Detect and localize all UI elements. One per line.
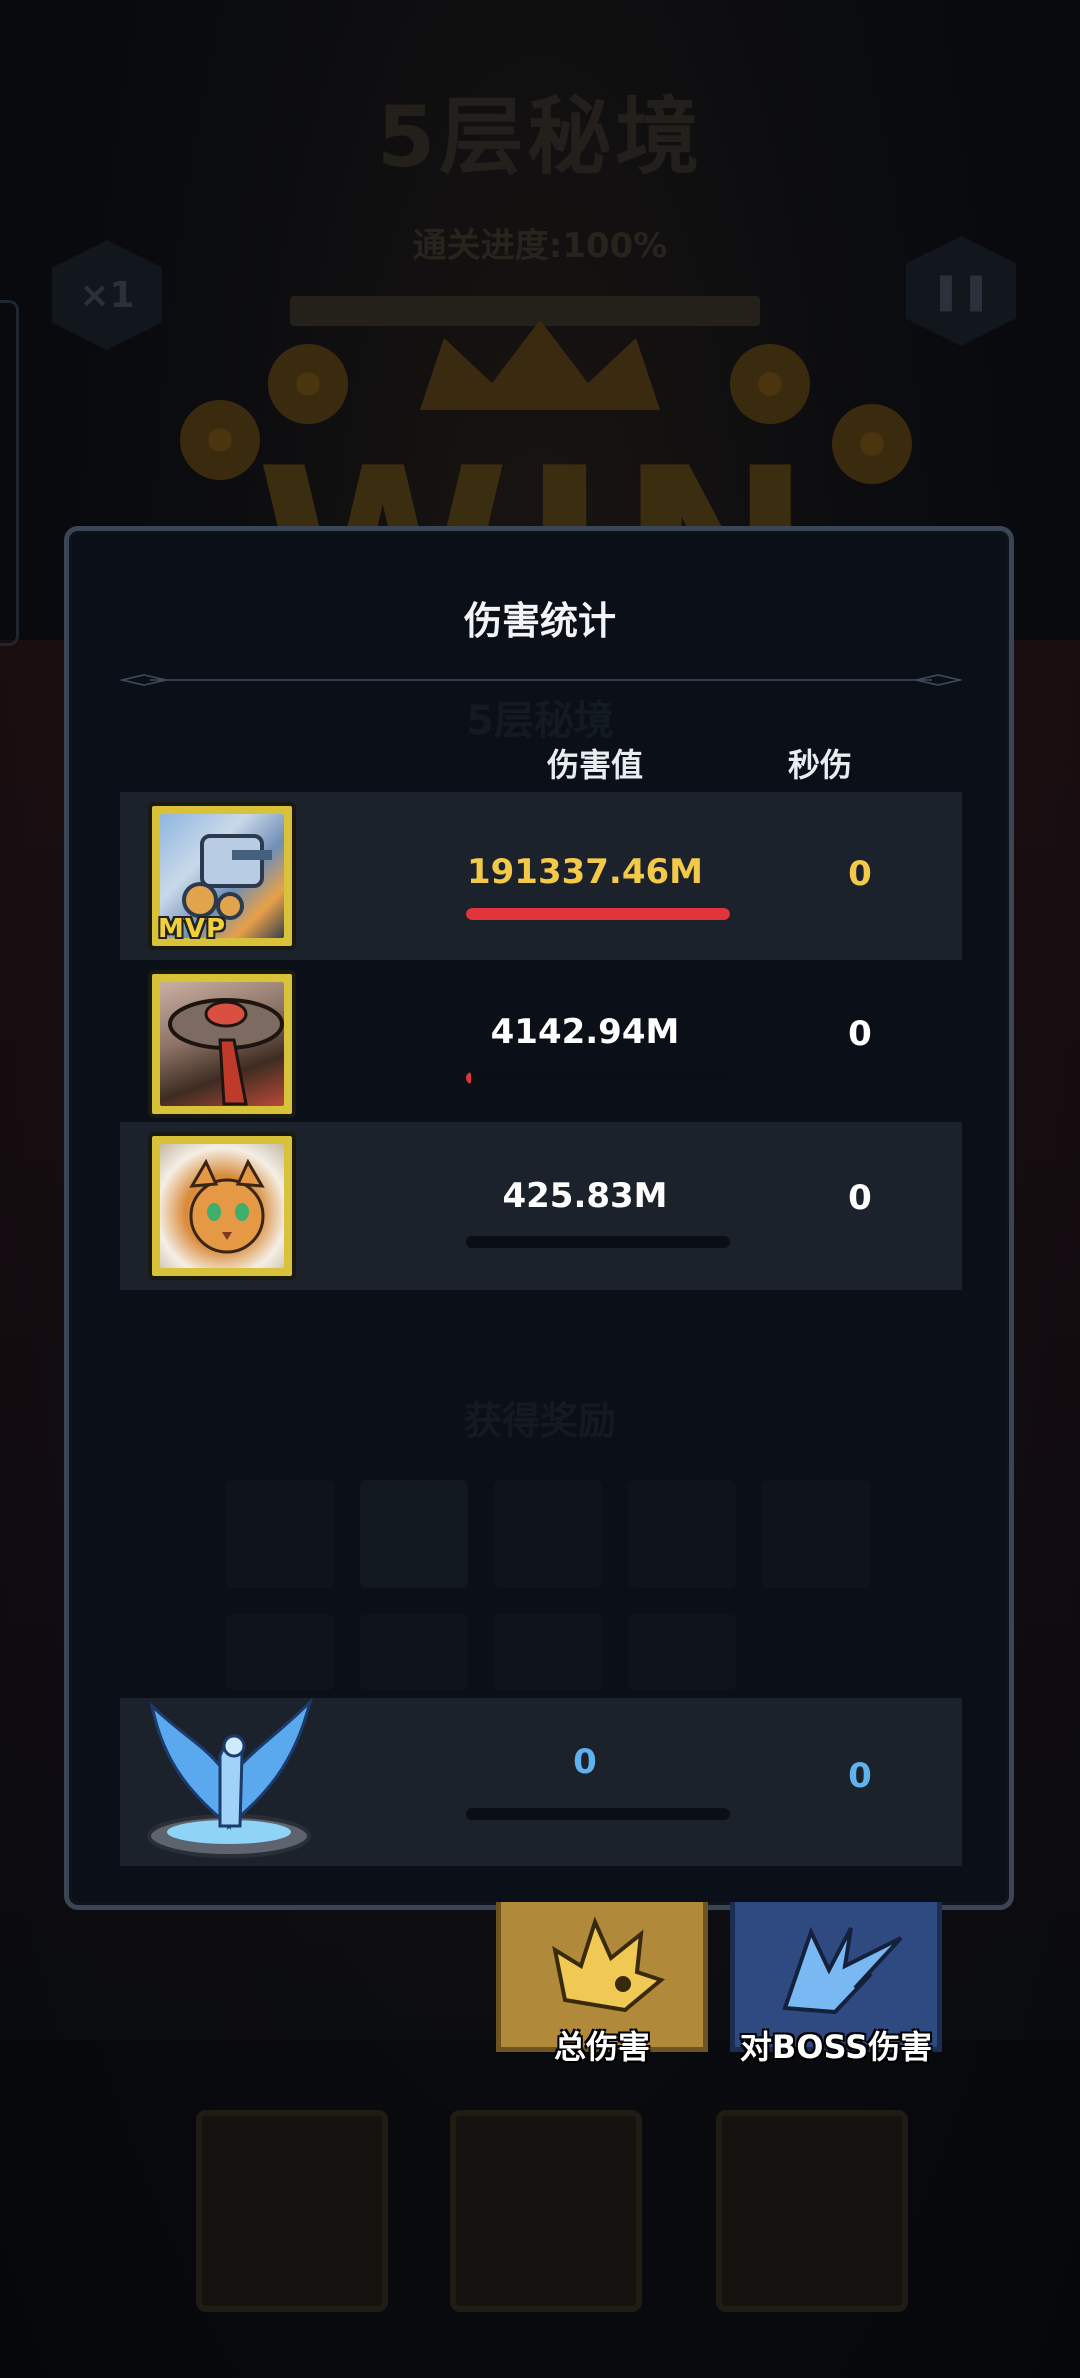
lightning-slash-icon	[782, 1926, 903, 2015]
ice-phoenix-pet-icon[interactable]	[134, 1676, 324, 1866]
hero-portrait[interactable]	[148, 970, 296, 1118]
rewards-label-faded: 获得奖励	[463, 1399, 616, 1443]
mvp-badge: MVP	[158, 914, 227, 944]
tab-boss-damage-label[interactable]: 对BOSS伤害	[720, 2022, 952, 2068]
progress-bar	[290, 296, 760, 326]
pet-damage-bar	[466, 1808, 730, 1820]
damage-row: 425.83M 0	[120, 1122, 962, 1290]
team-slots	[0, 2110, 1080, 2312]
dps-value: 0	[848, 854, 872, 894]
dps-value: 0	[848, 1178, 872, 1218]
reward-slots-faded	[226, 1480, 870, 1690]
damage-value: 425.83M	[502, 1176, 668, 1216]
damage-value: 191337.46M	[466, 852, 703, 892]
lynx-hero-icon	[189, 1158, 265, 1254]
fist-icon	[552, 1916, 666, 2013]
hero-portrait[interactable]: MVP	[148, 802, 296, 950]
team-slot	[450, 2110, 642, 2312]
damage-row: 4142.94M 0	[120, 960, 962, 1128]
ufo-hero-icon	[168, 998, 284, 1106]
damage-bar	[466, 1236, 730, 1248]
panel-subtitle-faded: 5层秘境	[466, 698, 614, 744]
team-slot	[196, 2110, 388, 2312]
damage-bar-fill	[466, 908, 730, 920]
damage-bar-fill	[466, 1072, 472, 1084]
level-title: 5层秘境	[376, 88, 704, 186]
pet-damage-value: 0	[573, 1742, 597, 1782]
flower-decoration	[268, 344, 348, 424]
damage-bar	[466, 1072, 730, 1084]
damage-value: 4142.94M	[490, 1012, 680, 1052]
hero-portrait[interactable]	[148, 1132, 296, 1280]
pet-dps-value: 0	[848, 1756, 872, 1796]
damage-row: MVP 191337.46M 0	[120, 792, 962, 960]
column-header-dps: 秒伤	[787, 746, 852, 784]
panel-title: 伤害统计	[463, 599, 616, 643]
team-slot	[716, 2110, 908, 2312]
tab-total-damage-label[interactable]: 总伤害	[496, 2022, 708, 2068]
damage-bar	[466, 908, 730, 920]
column-header-damage: 伤害值	[546, 746, 643, 784]
ornament-divider	[120, 674, 962, 686]
dps-value: 0	[848, 1014, 872, 1054]
flower-decoration	[730, 344, 810, 424]
pet-damage-row: 0 0	[120, 1697, 962, 1866]
